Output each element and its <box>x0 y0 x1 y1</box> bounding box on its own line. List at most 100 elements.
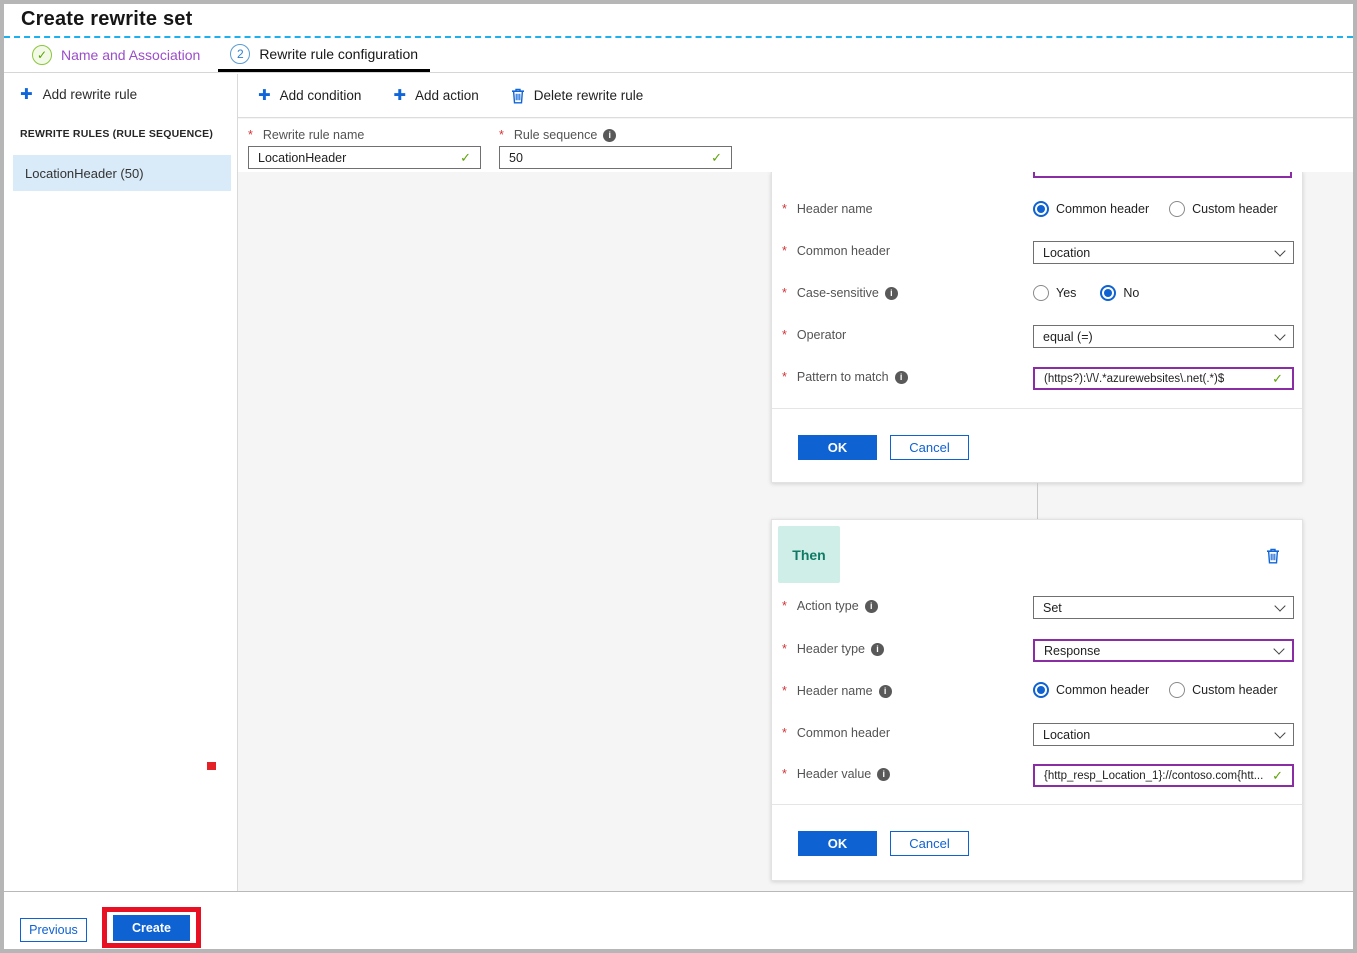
required-asterisk <box>782 244 791 258</box>
common-header-label: Common header <box>797 244 890 258</box>
rule-name-row: Rewrite rule name LocationHeader ✓ Rule … <box>238 119 1353 172</box>
create-label: Create <box>132 921 171 935</box>
delete-action-button[interactable] <box>1266 548 1280 564</box>
then-action-card: Then A <box>771 519 1303 881</box>
add-condition-button[interactable]: ✚ Add condition <box>258 88 361 103</box>
card-connector-line <box>1037 483 1038 520</box>
rewrite-rule-name-group: Rewrite rule name LocationHeader ✓ <box>248 128 481 169</box>
operator-dropdown[interactable]: equal (=) <box>1033 325 1294 348</box>
rule-item-label: LocationHeader (50) <box>25 166 144 181</box>
info-icon[interactable]: i <box>603 129 616 142</box>
rule-toolbar: ✚ Add condition ✚ Add action <box>238 74 1353 118</box>
required-asterisk <box>782 726 791 740</box>
header-type-dropdown[interactable]: Response <box>1033 639 1294 662</box>
custom-header-radio[interactable]: Custom header <box>1169 682 1277 698</box>
plus-icon: ✚ <box>20 87 33 102</box>
common-header-radio[interactable]: Common header <box>1033 682 1149 698</box>
cancel-label: Cancel <box>909 440 949 455</box>
pattern-to-match-label-row: Pattern to match i <box>782 370 908 384</box>
header-value-label-row: Header value i <box>782 767 890 781</box>
chevron-down-icon <box>1274 727 1285 738</box>
required-asterisk <box>782 599 791 613</box>
then-card-ok-button[interactable]: OK <box>798 831 877 856</box>
radio-label: No <box>1123 286 1139 300</box>
valid-check-icon: ✓ <box>1272 371 1283 387</box>
valid-check-icon: ✓ <box>1272 768 1283 784</box>
pattern-to-match-input[interactable]: (https?):\/\/.*azurewebsites\.net(.*)$ ✓ <box>1033 367 1294 390</box>
info-icon[interactable]: i <box>895 371 908 384</box>
required-asterisk <box>499 128 508 142</box>
header-name-radio-group: Common header Custom header <box>1033 681 1278 699</box>
action-type-label: Action type <box>797 599 859 613</box>
pattern-to-match-label: Pattern to match <box>797 370 889 384</box>
rule-sequence-input[interactable]: 50 ✓ <box>499 146 732 169</box>
radio-label: Yes <box>1056 286 1076 300</box>
required-asterisk <box>782 642 791 656</box>
add-action-label: Add action <box>415 88 479 103</box>
previous-button[interactable]: Previous <box>20 918 87 942</box>
case-sensitive-yes-radio[interactable]: Yes <box>1033 285 1076 301</box>
delete-rewrite-rule-button[interactable]: Delete rewrite rule <box>511 88 644 104</box>
card-divider <box>772 804 1302 805</box>
rewrite-rule-name-input[interactable]: LocationHeader ✓ <box>248 146 481 169</box>
dropdown-value: Location <box>1043 246 1090 260</box>
page-title: Create rewrite set <box>4 4 1353 31</box>
tab-label: Rewrite rule configuration <box>259 46 418 62</box>
info-icon[interactable]: i <box>885 287 898 300</box>
delete-rewrite-rule-label: Delete rewrite rule <box>534 88 644 103</box>
case-sensitive-radio-group: Yes No <box>1033 284 1139 302</box>
valid-check-icon: ✓ <box>460 150 471 166</box>
header-value-input[interactable]: {http_resp_Location_1}://contoso.com{htt… <box>1033 764 1294 787</box>
common-header-label-row: Common header <box>782 244 890 258</box>
then-card-cancel-button[interactable]: Cancel <box>890 831 969 856</box>
header-value-text: {http_resp_Location_1}://contoso.com{htt… <box>1044 770 1263 782</box>
radio-label: Common header <box>1056 202 1149 216</box>
clipped-header-type-input[interactable] <box>1033 172 1292 178</box>
if-card-ok-button[interactable]: OK <box>798 435 877 460</box>
previous-label: Previous <box>29 923 78 937</box>
wizard-tab-bar: ✓ Name and Association 2 Rewrite rule co… <box>4 38 1353 73</box>
tab-name-and-association[interactable]: ✓ Name and Association <box>20 38 212 72</box>
tab-rewrite-rule-configuration[interactable]: 2 Rewrite rule configuration <box>218 38 430 72</box>
step-2-number-icon: 2 <box>230 44 250 64</box>
tab-label: Name and Association <box>61 47 200 63</box>
case-sensitive-no-radio[interactable]: No <box>1100 285 1139 301</box>
common-header-dropdown[interactable]: Location <box>1033 723 1294 746</box>
rewrite-rule-name-label: Rewrite rule name <box>263 128 364 142</box>
common-header-radio[interactable]: Common header <box>1033 201 1149 217</box>
rule-list-header: REWRITE RULES (RULE SEQUENCE) <box>20 128 213 140</box>
if-card-cancel-button[interactable]: Cancel <box>890 435 969 460</box>
info-icon[interactable]: i <box>865 600 878 613</box>
common-header-dropdown[interactable]: Location <box>1033 241 1294 264</box>
rule-list-item-locationheader[interactable]: LocationHeader (50) <box>13 155 231 191</box>
trash-icon <box>511 88 525 104</box>
add-rewrite-rule-button[interactable]: ✚ Add rewrite rule <box>20 87 137 102</box>
info-icon[interactable]: i <box>879 685 892 698</box>
page-header: Create rewrite set <box>4 4 1353 36</box>
dropdown-value: equal (=) <box>1043 330 1093 344</box>
create-button[interactable]: Create <box>113 915 190 941</box>
info-icon[interactable]: i <box>871 643 884 656</box>
plus-icon: ✚ <box>258 88 271 103</box>
rule-sequence-group: Rule sequence i 50 ✓ <box>499 128 732 169</box>
red-marker-dot <box>207 762 216 770</box>
rule-configuration-main: ✚ Add condition ✚ Add action <box>238 74 1353 891</box>
radio-label: Common header <box>1056 683 1149 697</box>
ok-label: OK <box>828 440 848 455</box>
operator-label-row: Operator <box>782 328 846 342</box>
rule-canvas[interactable]: Header name Common header Custom header <box>238 172 1353 891</box>
valid-check-icon: ✓ <box>711 150 722 166</box>
action-type-dropdown[interactable]: Set <box>1033 596 1294 619</box>
required-asterisk <box>248 128 257 142</box>
red-highlight-annotation: Create <box>102 907 201 948</box>
custom-header-radio[interactable]: Custom header <box>1169 201 1277 217</box>
chevron-down-icon <box>1274 245 1285 256</box>
common-header-label: Common header <box>797 726 890 740</box>
case-sensitive-label-row: Case-sensitive i <box>782 286 898 300</box>
action-type-label-row: Action type i <box>782 599 878 613</box>
add-action-button[interactable]: ✚ Add action <box>393 88 478 103</box>
chevron-down-icon <box>1274 329 1285 340</box>
header-name-label: Header name <box>797 684 873 698</box>
trash-icon <box>1266 551 1280 568</box>
info-icon[interactable]: i <box>877 768 890 781</box>
